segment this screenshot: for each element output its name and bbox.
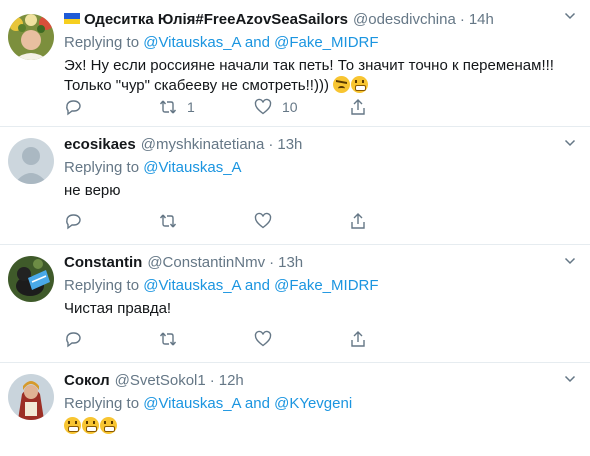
retweet-icon [159, 332, 177, 346]
and-label[interactable]: and [245, 395, 270, 412]
tweet-text-line: Эх! Ну если россияне начали так петь! То… [64, 57, 554, 74]
like-icon [254, 212, 272, 229]
tweet[interactable]: ecosikaes @myshkinatetiana · 13h Replyin… [0, 127, 590, 245]
replying-to: Replying to @Vitauskas_A and @Fake_MIDRF [64, 276, 574, 296]
chevron-down-icon[interactable] [564, 137, 576, 149]
mention-link[interactable]: @Vitauskas_A [143, 277, 241, 294]
tweet[interactable]: Сокол @SvetSokol1 · 12h Replying to @Vit… [0, 363, 590, 456]
reply-icon [66, 100, 81, 116]
like-button[interactable] [254, 212, 349, 230]
separator: · [269, 254, 275, 271]
retweet-icon [159, 100, 177, 114]
like-button[interactable] [254, 330, 349, 348]
share-button[interactable] [349, 330, 444, 348]
tweet[interactable]: Одеситка Юлія#FreeAzovSeaSailors @odesdi… [0, 0, 590, 127]
share-button[interactable] [349, 212, 444, 230]
ukraine-flag-icon [64, 13, 80, 24]
reply-icon [66, 214, 81, 230]
like-count: 10 [282, 99, 298, 115]
replying-label: Replying to [64, 277, 140, 294]
mention-link[interactable]: @Vitauskas_A [143, 34, 241, 51]
separator: · [268, 136, 274, 153]
tweet-text: не верю [64, 182, 121, 199]
display-name[interactable]: Одеситка Юлія#FreeAzovSeaSailors [84, 10, 348, 30]
retweet-icon [159, 214, 177, 228]
mention-link[interactable]: @KYevgeni [274, 395, 352, 412]
display-name[interactable]: Constantin [64, 253, 142, 273]
like-icon [254, 98, 272, 115]
replying-to: Replying to @Vitauskas_A and @KYevgeni [64, 394, 574, 414]
separator: · [459, 11, 465, 28]
grinning-emoji [100, 417, 117, 434]
chevron-down-icon[interactable] [564, 255, 576, 267]
reply-button[interactable] [64, 212, 159, 230]
replying-to: Replying to @Vitauskas_A and @Fake_MIDRF [64, 33, 574, 53]
timestamp[interactable]: 12h [219, 371, 244, 391]
timestamp[interactable]: 13h [277, 135, 302, 155]
replying-to: Replying to @Vitauskas_A [64, 158, 574, 178]
retweet-button[interactable] [159, 330, 254, 348]
grimacing-emoji [351, 76, 369, 93]
user-handle[interactable]: @SvetSokol1 [115, 371, 206, 391]
share-icon [351, 331, 365, 347]
tweet-text: Чистая правда! [64, 300, 172, 317]
and-label[interactable]: and [245, 34, 270, 51]
retweet-button[interactable] [159, 212, 254, 230]
display-name[interactable]: Сокол [64, 371, 110, 391]
like-icon [254, 330, 272, 347]
retweet-button[interactable]: 1 [159, 98, 254, 116]
avatar[interactable] [8, 374, 54, 420]
timestamp[interactable]: 13h [278, 253, 303, 273]
tweet-actions [64, 330, 444, 348]
mention-link[interactable]: @Fake_MIDRF [274, 277, 378, 294]
reply-button[interactable] [64, 330, 159, 348]
chevron-down-icon[interactable] [564, 10, 576, 22]
timestamp[interactable]: 14h [469, 10, 494, 30]
mention-link[interactable]: @Vitauskas_A [143, 395, 241, 412]
reply-button[interactable] [64, 98, 159, 116]
replying-label: Replying to [64, 159, 140, 176]
share-button[interactable] [349, 98, 444, 116]
replying-label: Replying to [64, 34, 140, 51]
chevron-down-icon[interactable] [564, 373, 576, 385]
user-handle[interactable]: @odesdivchina [353, 10, 456, 30]
user-handle[interactable]: @myshkinatetiana [141, 135, 265, 155]
grinning-emoji [82, 417, 99, 434]
avatar[interactable] [8, 138, 54, 184]
mention-link[interactable]: @Fake_MIDRF [274, 34, 378, 51]
and-label[interactable]: and [245, 277, 270, 294]
like-button[interactable]: 10 [254, 98, 349, 116]
grinning-emoji [64, 417, 81, 434]
reply-icon [66, 332, 81, 348]
mention-link[interactable]: @Vitauskas_A [143, 159, 241, 176]
tweet-text-line: Только "чур" скабееву не смотреть!!))) [64, 77, 329, 94]
tweet-actions: 1 10 [64, 98, 444, 116]
share-icon [351, 99, 365, 115]
user-handle[interactable]: @ConstantinNmv [147, 253, 265, 273]
share-icon [351, 213, 365, 229]
replying-label: Replying to [64, 395, 140, 412]
tweet[interactable]: Constantin @ConstantinNmv · 13h Replying… [0, 245, 590, 363]
retweet-count: 1 [187, 99, 195, 115]
tweet-actions [64, 212, 444, 230]
avatar[interactable] [8, 256, 54, 302]
tweet-text [64, 417, 574, 437]
separator: · [209, 372, 215, 389]
tweet-text: Эх! Ну если россияне начали так петь! То… [64, 56, 574, 96]
display-name[interactable]: ecosikaes [64, 135, 136, 155]
avatar[interactable] [8, 14, 54, 60]
persevering-emoji [333, 76, 351, 93]
